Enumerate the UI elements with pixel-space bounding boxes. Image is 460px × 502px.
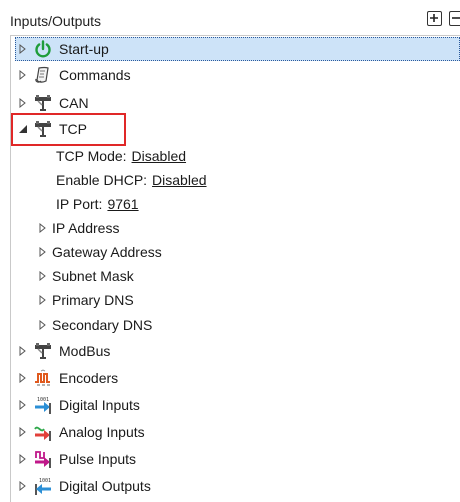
- tree-item-label: Secondary DNS: [52, 317, 153, 333]
- tree-item-gateway-address[interactable]: Gateway Address: [36, 240, 162, 264]
- expand-arrow-icon[interactable]: [36, 288, 50, 312]
- highlight-annotation: [11, 113, 126, 146]
- network-connector-icon: [32, 340, 54, 362]
- expand-arrow-icon[interactable]: [16, 447, 30, 471]
- property-ip-port: IP Port: 9761: [56, 193, 139, 215]
- property-label: Enable DHCP:: [56, 172, 148, 188]
- tree-item-digital-inputs[interactable]: 1001 Digital Inputs: [16, 393, 140, 417]
- tree-item-label: Subnet Mask: [52, 268, 134, 284]
- tree-item-digital-outputs[interactable]: 1001 Digital Outputs: [16, 474, 151, 498]
- tree-item-label: IP Address: [52, 220, 120, 236]
- expand-arrow-icon[interactable]: [16, 37, 30, 61]
- tree-item-modbus[interactable]: ModBus: [16, 339, 110, 363]
- tree-item-label: Digital Outputs: [59, 478, 151, 494]
- digital-output-icon: 1001: [32, 475, 54, 497]
- analog-input-icon: [32, 421, 54, 443]
- tree-item-label: CAN: [59, 95, 89, 111]
- expand-arrow-icon[interactable]: [16, 474, 30, 498]
- tree-item-can[interactable]: CAN: [16, 91, 89, 115]
- tree-item-analog-inputs[interactable]: Analog Inputs: [16, 420, 145, 444]
- svg-text:1001: 1001: [39, 478, 51, 484]
- expand-arrow-icon[interactable]: [36, 240, 50, 264]
- tree-item-label: Analog Inputs: [59, 424, 145, 440]
- property-tcp-mode: TCP Mode: Disabled: [56, 145, 186, 167]
- property-enable-dhcp: Enable DHCP: Disabled: [56, 169, 207, 191]
- tree-item-ip-address[interactable]: IP Address: [36, 216, 119, 240]
- expand-arrow-icon[interactable]: [16, 339, 30, 363]
- tree-item-label: Gateway Address: [52, 244, 162, 260]
- expand-arrow-icon[interactable]: [16, 63, 30, 87]
- expand-arrow-icon[interactable]: [16, 91, 30, 115]
- property-label: TCP Mode:: [56, 148, 127, 164]
- pulse-input-icon: [32, 448, 54, 470]
- expand-arrow-icon[interactable]: [16, 393, 30, 417]
- network-connector-icon: [32, 92, 54, 114]
- plus-box-icon[interactable]: [427, 11, 442, 26]
- tree-item-encoders[interactable]: Encoders: [16, 366, 118, 390]
- panel-title: Inputs/Outputs: [10, 13, 102, 29]
- digital-input-icon: 1001: [32, 394, 54, 416]
- tree-item-primary-dns[interactable]: Primary DNS: [36, 288, 134, 312]
- ip-port-value-link[interactable]: 9761: [107, 196, 138, 212]
- tree-item-label: Digital Inputs: [59, 397, 140, 413]
- svg-text:1001: 1001: [37, 397, 49, 403]
- tree-item-label: ModBus: [59, 343, 111, 359]
- encoder-pulse-icon: [32, 367, 54, 389]
- tree-item-label: Commands: [59, 67, 131, 83]
- expand-arrow-icon[interactable]: [36, 216, 50, 240]
- inputs-outputs-panel: Inputs/Outputs Start-up Commands CAN TCP…: [0, 0, 460, 502]
- tree-item-subnet-mask[interactable]: Subnet Mask: [36, 264, 134, 288]
- expand-arrow-icon[interactable]: [16, 420, 30, 444]
- tree-item-label: Primary DNS: [52, 292, 134, 308]
- command-scroll-icon: [32, 64, 54, 86]
- power-icon: [32, 38, 54, 60]
- tree-item-startup[interactable]: Start-up: [15, 37, 460, 61]
- expand-arrow-icon[interactable]: [36, 264, 50, 288]
- tree-item-commands[interactable]: Commands: [16, 63, 131, 87]
- expand-arrow-icon[interactable]: [36, 313, 50, 337]
- property-label: IP Port:: [56, 196, 103, 212]
- tcp-mode-value-link[interactable]: Disabled: [132, 148, 186, 164]
- minus-box-icon[interactable]: [449, 11, 460, 26]
- tree-item-label: Start-up: [59, 41, 109, 57]
- enable-dhcp-value-link[interactable]: Disabled: [152, 172, 206, 188]
- tree-item-label: Encoders: [59, 370, 119, 386]
- expand-arrow-icon[interactable]: [16, 366, 30, 390]
- tree-item-secondary-dns[interactable]: Secondary DNS: [36, 313, 152, 337]
- tree-item-pulse-inputs[interactable]: Pulse Inputs: [16, 447, 136, 471]
- tree-item-label: Pulse Inputs: [59, 451, 137, 467]
